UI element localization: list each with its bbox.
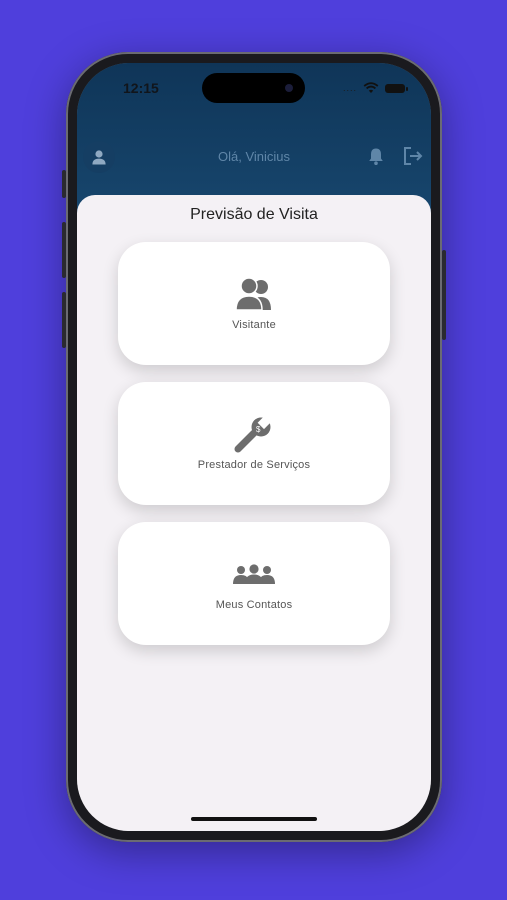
signal-icon: ....: [342, 83, 357, 93]
battery-icon: [385, 83, 408, 93]
volume-up-button: [62, 222, 66, 278]
power-button: [442, 250, 446, 340]
camera-icon: [285, 84, 293, 92]
wrench-icon: $: [118, 415, 390, 455]
notifications-button[interactable]: [366, 146, 386, 171]
top-header: 12:15 .... Olá, Vinicius: [77, 63, 431, 213]
contacts-card[interactable]: Meus Contatos: [118, 522, 390, 645]
home-indicator[interactable]: [191, 817, 317, 821]
dynamic-island: [202, 73, 305, 103]
service-provider-label: Prestador de Serviços: [197, 459, 311, 471]
bell-icon: [369, 148, 383, 165]
logout-icon: [404, 147, 423, 165]
svg-text:$: $: [256, 425, 261, 434]
logout-button[interactable]: [402, 146, 424, 171]
status-time: 12:15: [123, 80, 159, 96]
sheet-title: Previsão de Visita: [190, 206, 318, 223]
wifi-icon: [363, 82, 379, 93]
users-icon: [118, 276, 390, 312]
volume-down-button: [62, 292, 66, 348]
status-icons: ....: [342, 82, 408, 94]
contacts-label: Meus Contatos: [215, 599, 293, 611]
visitor-card[interactable]: Visitante: [118, 242, 390, 365]
group-icon: [118, 564, 390, 586]
app-screen: 12:15 .... Olá, Vinicius Previsão de Vis…: [77, 63, 431, 831]
visitor-label: Visitante: [232, 319, 276, 331]
mute-switch: [62, 170, 66, 198]
service-provider-card[interactable]: $ Prestador de Serviços: [118, 382, 390, 505]
visit-forecast-sheet: Previsão de Visita Visitante $ Prestador…: [77, 195, 431, 831]
